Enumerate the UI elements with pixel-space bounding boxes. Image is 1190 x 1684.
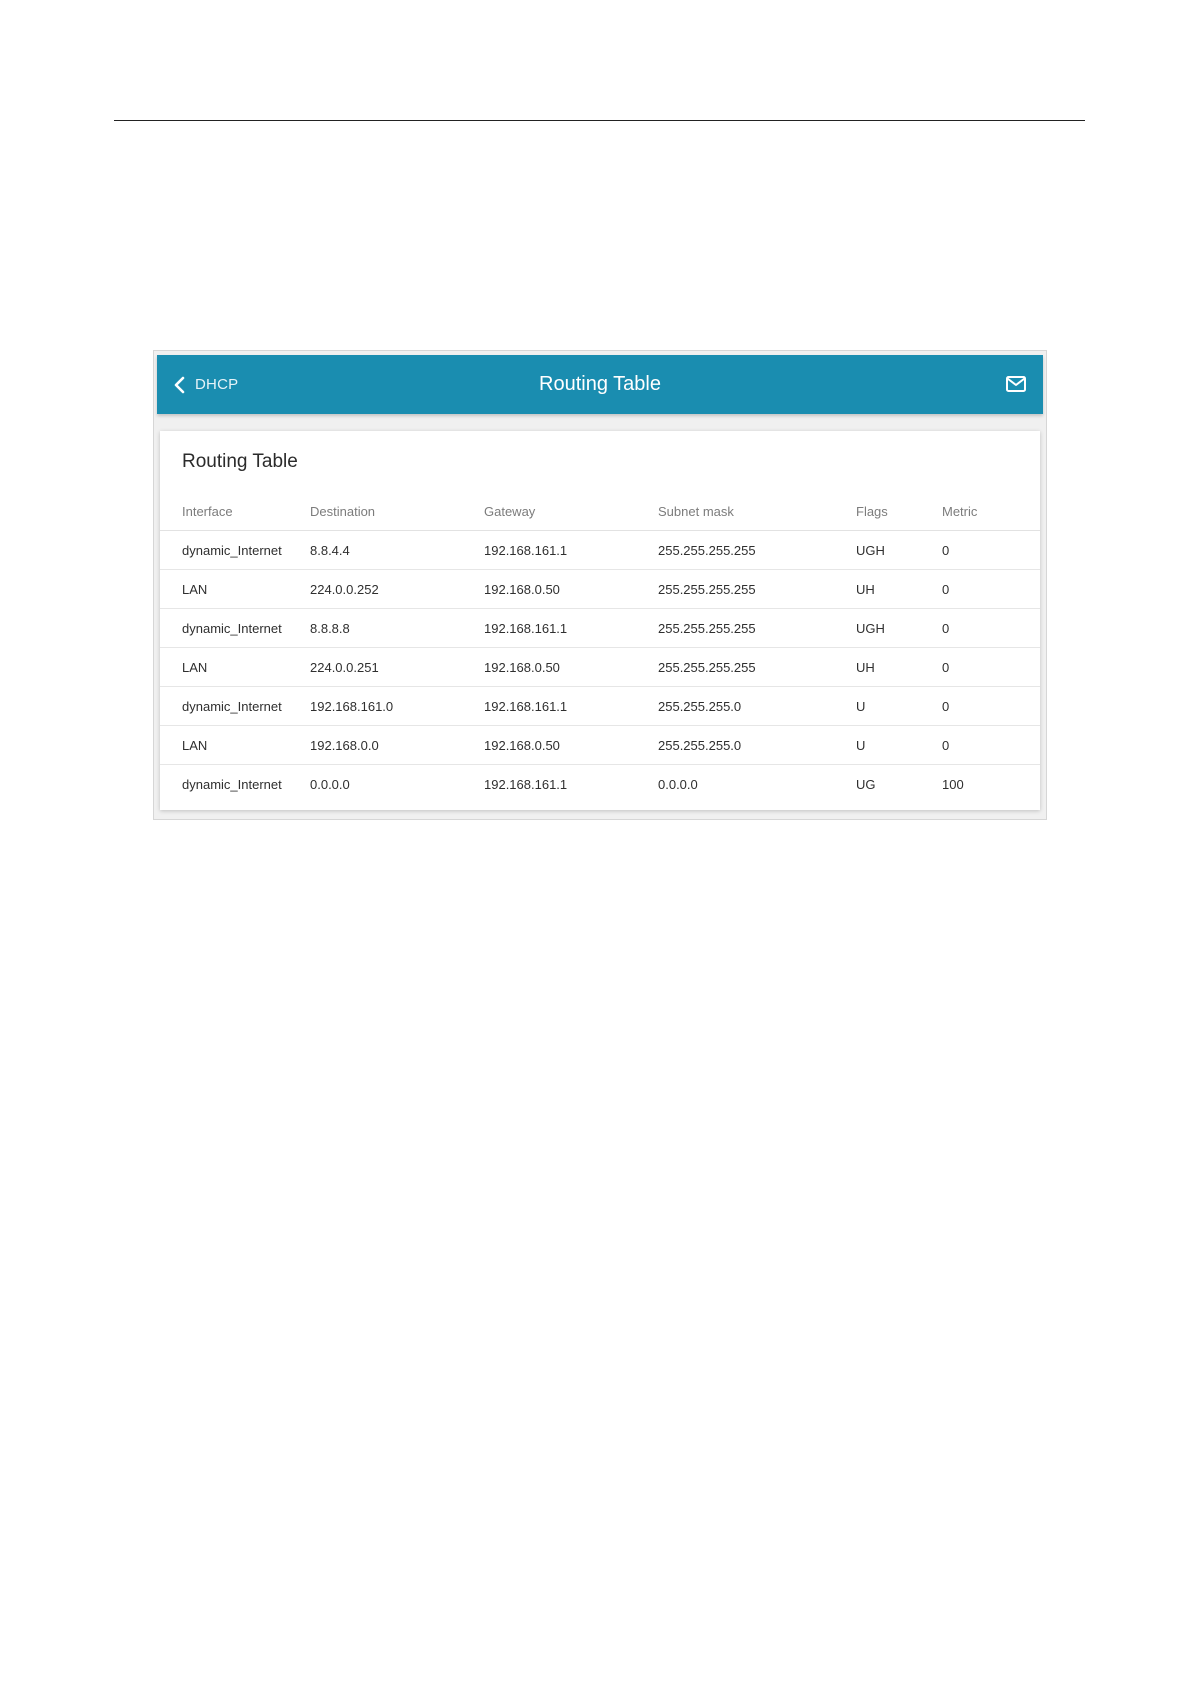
cell-gateway: 192.168.0.50	[484, 725, 658, 765]
cell-subnet-mask: 0.0.0.0	[658, 776, 698, 792]
cell-destination: 8.8.8.8	[310, 608, 484, 648]
cell-interface: LAN	[160, 725, 310, 765]
table-row: LAN 224.0.0.252 192.168.0.50 255.255.255…	[160, 569, 1040, 609]
page-top-rule	[114, 120, 1085, 121]
cell-gateway: 192.168.161.1	[484, 686, 658, 726]
cell-gateway: 192.168.0.50	[484, 647, 658, 687]
column-header-flags: Flags	[856, 493, 942, 531]
cell-flags: UH	[856, 647, 942, 687]
cell-subnet-mask: 255.255.255.255	[658, 569, 856, 609]
cell-destination: 192.168.161.0	[310, 686, 484, 726]
cell-metric: 100	[942, 776, 964, 792]
cell-metric: 0	[942, 686, 1040, 726]
screenshot-frame: DHCP Routing Table Routing Table Interfa…	[153, 350, 1047, 820]
cell-flags: UH	[856, 569, 942, 609]
cell-gateway: 192.168.161.1	[484, 530, 658, 570]
column-header-destination: Destination	[310, 493, 484, 531]
cell-interface: dynamic_Internet	[182, 776, 282, 792]
page-title: Routing Table	[539, 373, 661, 395]
table-row: dynamic_Internet 192.168.161.0 192.168.1…	[160, 686, 1040, 726]
cell-destination: 192.168.0.0	[310, 725, 484, 765]
routing-table: Interface Destination Gateway Subnet mas…	[160, 493, 1040, 803]
cell-destination: 224.0.0.251	[310, 647, 484, 687]
cell-metric: 0	[942, 647, 1040, 687]
cell-interface: LAN	[160, 647, 310, 687]
table-header-row: Interface Destination Gateway Subnet mas…	[160, 493, 1040, 531]
table-row: LAN 192.168.0.0 192.168.0.50 255.255.255…	[160, 725, 1040, 765]
cell-metric: 0	[942, 530, 1040, 570]
cell-interface: dynamic_Internet	[160, 608, 310, 648]
cell-subnet-mask: 255.255.255.255	[658, 608, 856, 648]
cell-destination: 224.0.0.252	[310, 569, 484, 609]
cell-gateway: 192.168.161.1	[484, 776, 568, 792]
cell-subnet-mask: 255.255.255.0	[658, 725, 856, 765]
app-header: DHCP Routing Table	[157, 355, 1043, 414]
cell-flags: UG	[856, 776, 876, 792]
cell-interface: dynamic_Internet	[160, 530, 310, 570]
cell-flags: U	[856, 686, 942, 726]
cell-subnet-mask: 255.255.255.0	[658, 686, 856, 726]
cell-flags: UGH	[856, 530, 942, 570]
cell-metric: 0	[942, 569, 1040, 609]
table-row: dynamic_Internet 8.8.4.4 192.168.161.1 2…	[160, 530, 1040, 570]
column-header-interface: Interface	[160, 493, 310, 531]
column-header-subnet-mask: Subnet mask	[658, 493, 856, 531]
table-row: dynamic_Internet 0.0.0.0 192.168.161.1 0…	[160, 765, 1040, 804]
envelope-icon[interactable]	[1005, 374, 1027, 394]
cell-gateway: 192.168.0.50	[484, 569, 658, 609]
cell-destination: 0.0.0.0	[310, 776, 350, 792]
column-header-metric: Metric	[942, 493, 1040, 531]
cell-metric: 0	[942, 608, 1040, 648]
cell-metric: 0	[942, 725, 1040, 765]
card-title: Routing Table	[182, 451, 298, 472]
cell-flags: UGH	[856, 608, 942, 648]
cell-gateway: 192.168.161.1	[484, 608, 658, 648]
cell-interface: LAN	[160, 569, 310, 609]
cell-subnet-mask: 255.255.255.255	[658, 530, 856, 570]
table-row: dynamic_Internet 8.8.8.8 192.168.161.1 2…	[160, 608, 1040, 648]
cell-destination: 8.8.4.4	[310, 530, 484, 570]
cell-flags: U	[856, 725, 942, 765]
cell-subnet-mask: 255.255.255.255	[658, 647, 856, 687]
table-row: LAN 224.0.0.251 192.168.0.50 255.255.255…	[160, 647, 1040, 687]
routing-table-card: Routing Table Interface Destination Gate…	[160, 431, 1040, 810]
cell-interface: dynamic_Internet	[160, 686, 310, 726]
column-header-gateway: Gateway	[484, 493, 658, 531]
